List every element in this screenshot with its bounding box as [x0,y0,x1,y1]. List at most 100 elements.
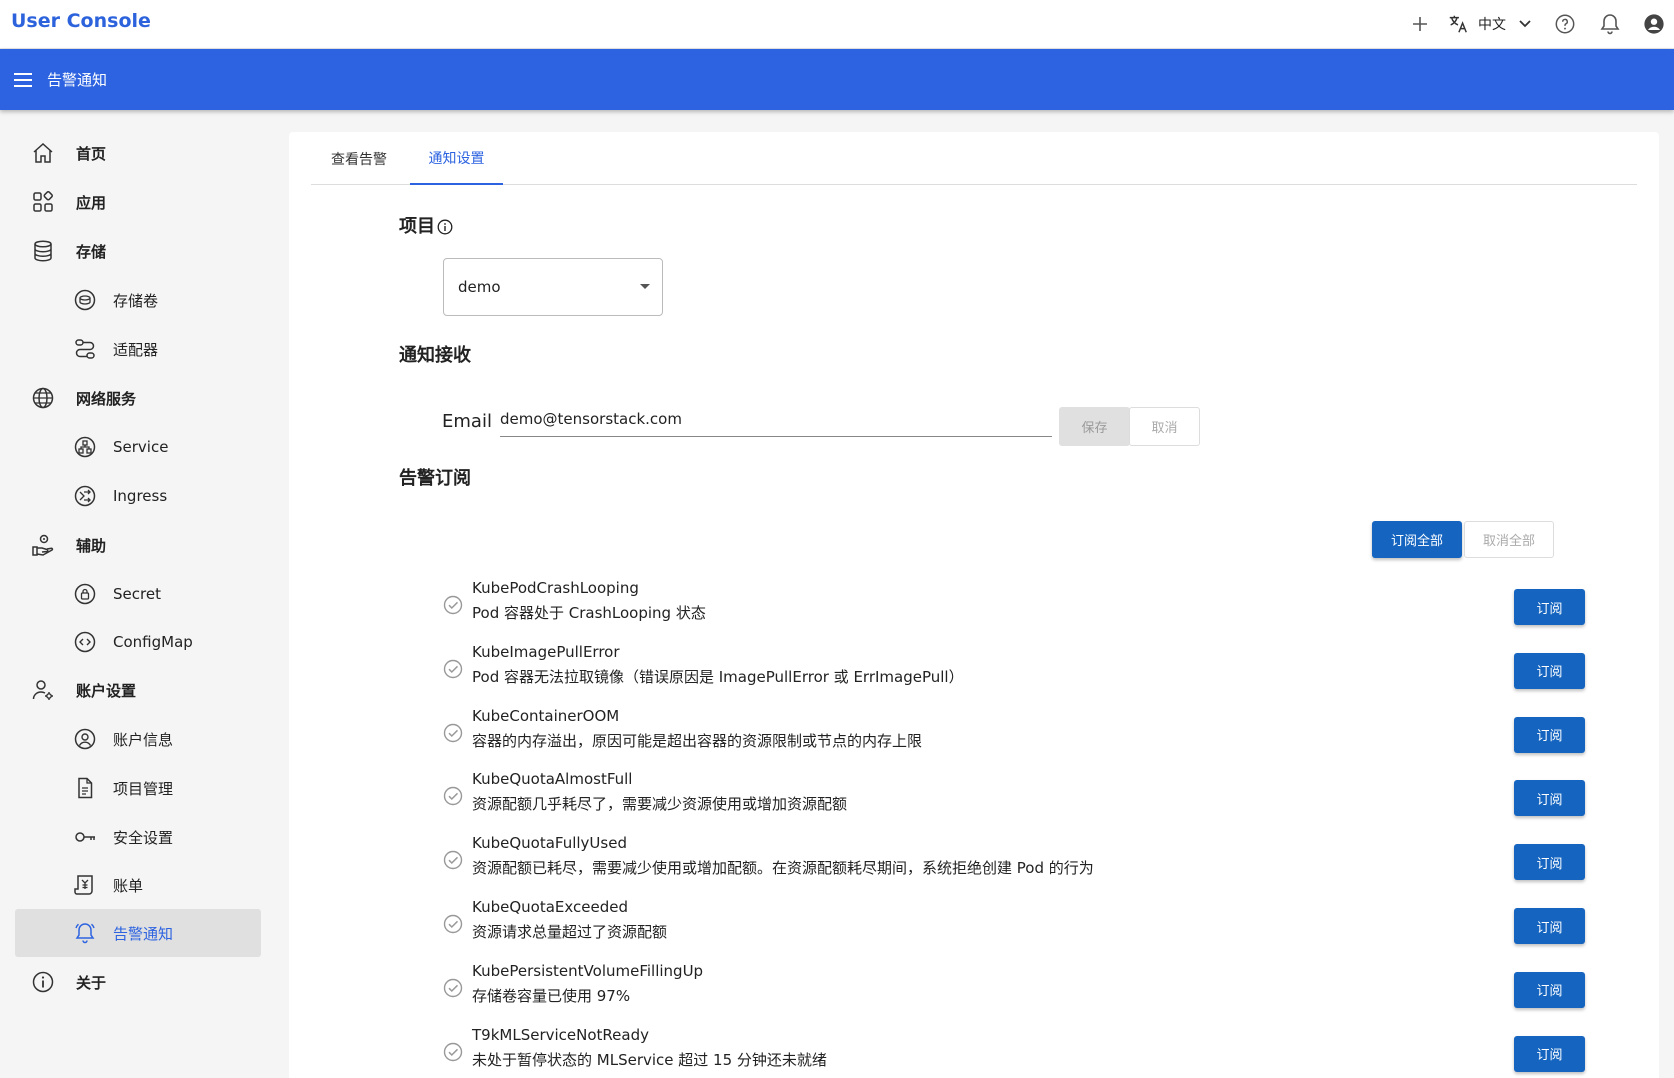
email-label: Email [442,411,492,432]
alert-name: T9kMLServiceNotReady [472,1025,649,1044]
help-icon[interactable] [1553,12,1577,36]
sidebar-item-label: 适配器 [113,340,159,359]
alert-description: Pod 容器处于 CrashLooping 状态 [472,604,706,622]
project-section-title: 项目 [399,212,453,238]
check-circle-icon [443,978,463,998]
project-select[interactable]: demo [443,258,663,316]
alert-name: KubeQuotaExceeded [472,898,628,916]
email-input[interactable] [500,405,1052,437]
sidebar-item-label: 账户信息 [113,730,174,749]
alert-description: 容器的内存溢出，原因可能是超出容器的资源限制或节点的内存上限 [472,731,923,750]
sidebar-item-account-info[interactable]: 账户信息 [72,717,262,761]
notify-section-title: 通知接收 [399,345,471,366]
tab-view-alerts[interactable]: 查看告警 [311,132,407,185]
home-icon [30,140,56,166]
subscribe-button[interactable]: 订阅 [1514,716,1585,753]
alert-row: KubeQuotaExceeded 资源请求总量超过了资源配额 订阅 [443,898,1585,958]
sidebar-item-apps[interactable]: 应用 [30,180,260,224]
sidebar-item-label: 关于 [76,973,107,992]
sidebar-item-about[interactable]: 关于 [30,960,260,1004]
plus-icon[interactable] [1408,12,1432,36]
alert-name: KubeContainerOOM [472,706,620,725]
subscribe-all-button[interactable]: 订阅全部 [1372,521,1462,558]
info-icon[interactable] [437,219,453,235]
sidebar-item-network[interactable]: 网络服务 [30,376,260,420]
subscribe-button[interactable]: 订阅 [1514,780,1585,817]
key-icon [72,824,98,850]
sidebar-item-account-settings[interactable]: 账户设置 [30,668,260,712]
bill-icon [72,872,98,898]
subscribe-button[interactable]: 订阅 [1514,652,1585,689]
alert-row: KubeContainerOOM 容器的内存溢出，原因可能是超出容器的资源限制或节… [443,706,1585,767]
language-selector[interactable]: 中文 [1478,14,1506,34]
alert-description: 资源配额已耗尽，需要减少使用或增加配额。在资源配额耗尽期间，系统拒绝创建 Pod… [472,859,1094,878]
subscribe-button[interactable]: 订阅 [1514,844,1585,881]
page-header: 告警通知 [0,49,1674,110]
sidebar-item-label: 账单 [113,876,144,895]
alert-description: 未处于暂停状态的 MLService 超过 15 分钟还未就绪 [472,1050,827,1069]
info-icon [30,969,56,995]
sidebar-item-adapter[interactable]: 适配器 [72,327,262,371]
sidebar-item-security[interactable]: 安全设置 [72,815,262,859]
project-select-value: demo [458,278,501,296]
sidebar-item-volume[interactable]: 存储卷 [72,278,262,322]
alert-row: KubePodCrashLooping Pod 容器处于 CrashLooping… [443,579,1585,639]
tab-bar: 查看告警 通知设置 [311,132,1637,185]
sidebar-item-service[interactable]: Service [72,425,262,469]
alert-name: KubeQuotaFullyUsed [472,834,627,853]
check-circle-icon [443,723,463,743]
sidebar-item-label: 安全设置 [113,828,174,847]
check-circle-icon [443,914,463,934]
account-icon [72,726,98,752]
account-circle-icon[interactable] [1642,12,1666,36]
sidebar-item-label: Service [113,438,169,456]
sidebar-item-label: Secret [113,585,161,603]
translate-icon[interactable] [1446,12,1470,36]
sidebar-item-configmap[interactable]: ConfigMap [72,620,262,664]
sidebar-item-label: ConfigMap [113,633,193,651]
subscribe-button[interactable]: 订阅 [1514,1035,1585,1072]
sidebar-item-label: 告警通知 [113,924,174,943]
alert-row: KubeQuotaAlmostFull 资源配额几乎耗尽了，需要减少资源使用或增加… [443,770,1585,830]
alert-row: KubeQuotaFullyUsed 资源配额已耗尽，需要减少使用或增加配额。在资… [443,834,1585,894]
check-circle-icon [443,850,463,870]
sidebar-item-bill[interactable]: 账单 [72,863,262,907]
sidebar-item-label: 存储 [76,242,107,261]
cancel-button[interactable]: 取消 [1129,407,1200,446]
caret-down-icon [640,284,650,289]
subscriptions-section-title: 告警订阅 [399,468,471,489]
alert-name: KubeQuotaAlmostFull [472,770,633,789]
alert-description: 资源请求总量超过了资源配额 [472,923,668,941]
sidebar-item-alerts[interactable]: 告警通知 [15,909,261,957]
sidebar-item-ingress[interactable]: Ingress [72,474,262,518]
sidebar-item-label: 辅助 [76,536,107,555]
bell-icon[interactable] [1598,12,1622,36]
volume-icon [72,287,98,313]
globe-icon [30,385,56,411]
app-title[interactable]: User Console [11,10,151,32]
chevron-down-icon[interactable] [1513,12,1537,36]
sidebar-item-home[interactable]: 首页 [30,131,260,175]
check-circle-icon [443,595,463,615]
sidebar-item-label: 首页 [76,144,107,163]
sidebar: 首页 应用 存储 存储卷 适配器 网络服务 Service Ingress 辅助… [0,110,275,1078]
sidebar-item-label: 应用 [76,193,107,212]
sidebar-item-secret[interactable]: Secret [72,572,262,616]
bell-icon [72,920,98,946]
save-button[interactable]: 保存 [1059,407,1130,446]
sidebar-item-assist[interactable]: 辅助 [30,523,260,567]
unsubscribe-all-button[interactable]: 取消全部 [1464,521,1554,558]
menu-icon[interactable] [12,69,34,91]
alert-name: KubePodCrashLooping [472,579,639,597]
sidebar-item-project-management[interactable]: 项目管理 [72,766,262,810]
sidebar-item-label: Ingress [113,487,168,505]
sidebar-item-label: 项目管理 [113,779,174,798]
subscribe-button[interactable]: 订阅 [1514,589,1585,625]
tab-notification-settings[interactable]: 通知设置 [410,132,503,185]
sidebar-item-storage[interactable]: 存储 [30,229,260,273]
alert-name: KubeImagePullError [472,642,620,661]
subscribe-button[interactable]: 订阅 [1514,908,1585,944]
subscribe-button[interactable]: 订阅 [1514,971,1585,1008]
check-circle-icon [443,1042,463,1062]
alert-row: T9kMLServiceNotReady 未处于暂停状态的 MLService 超… [443,1025,1585,1078]
